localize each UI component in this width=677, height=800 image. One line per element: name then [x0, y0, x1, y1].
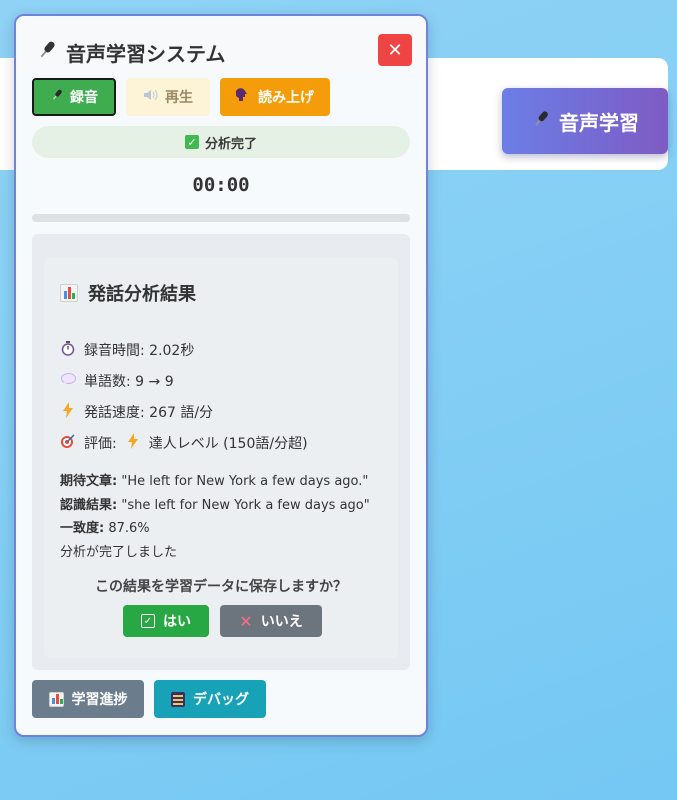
- speaker-icon: [143, 88, 159, 106]
- lightning-icon: [125, 433, 141, 453]
- record-button-label: 録音: [70, 90, 98, 106]
- panel-title: 音声学習システム: [36, 38, 225, 67]
- play-button-label: 再生: [165, 90, 193, 106]
- status-badge: ✓ 分析完了: [32, 126, 410, 158]
- target-icon: [60, 433, 76, 453]
- close-button[interactable]: ✕: [378, 34, 412, 66]
- play-button[interactable]: 再生: [126, 78, 210, 116]
- microphone-icon: [531, 109, 551, 134]
- bar-chart-icon: [48, 691, 64, 707]
- panel-footer: 学習進捗 デバッグ: [32, 680, 266, 718]
- check-icon: ✓: [141, 614, 155, 628]
- recognized-sentence: 認識結果: "she left for New York a few days …: [60, 498, 370, 513]
- control-buttons: 録音 再生 読み上げ: [32, 78, 330, 116]
- metric-word-count: 単語数: 9 → 9: [60, 371, 174, 391]
- debug-button[interactable]: デバッグ: [154, 680, 266, 718]
- microphone-icon: [36, 39, 58, 66]
- no-button[interactable]: ✕ いいえ: [220, 605, 322, 637]
- match-rate: 一致度: 87.6%: [60, 521, 150, 536]
- recording-timer: 00:00: [192, 174, 250, 196]
- analysis-result-card: 発話分析結果 録音時間: 2.02秒 単語数: 9 → 9 発話速度: 267 …: [44, 258, 398, 658]
- expected-sentence: 期待文章: "He left for New York a few days a…: [60, 474, 369, 489]
- speech-bubble-icon: [60, 372, 76, 390]
- panel-title-text: 音声学習システム: [66, 42, 226, 66]
- check-icon: ✓: [184, 135, 199, 149]
- save-confirm-question: この結果を学習データに保存しますか？: [95, 579, 347, 595]
- bar-chart-icon: [60, 284, 78, 302]
- voice-learning-panel: 音声学習システム ✕ 録音 再生 読み上げ ✓ 分析完了 00:00 発話分析結…: [14, 14, 428, 737]
- stopwatch-icon: [60, 340, 76, 360]
- record-button[interactable]: 録音: [32, 78, 116, 116]
- close-icon: ✕: [387, 39, 403, 61]
- lightning-icon: [60, 402, 76, 422]
- metric-evaluation: 評価: 達人レベル (150語/分超): [60, 433, 308, 453]
- read-aloud-button-label: 読み上げ: [258, 90, 314, 106]
- microphone-icon: [50, 88, 64, 106]
- yes-button[interactable]: ✓ はい: [123, 605, 209, 637]
- metric-speech-rate: 発話速度: 267 語/分: [60, 402, 213, 422]
- status-text: 分析完了: [204, 136, 257, 152]
- voice-learning-launch-button[interactable]: 音声学習: [502, 88, 668, 154]
- cross-icon: ✕: [239, 611, 253, 631]
- learning-progress-button[interactable]: 学習進捗: [32, 680, 144, 718]
- speaking-head-icon: [235, 87, 252, 107]
- recording-progress-bar: [32, 214, 410, 222]
- analysis-complete-message: 分析が完了しました: [60, 545, 178, 560]
- launch-button-label: 音声学習: [559, 110, 639, 135]
- abacus-icon: [171, 691, 185, 707]
- result-heading-text: 発話分析結果: [88, 284, 196, 305]
- result-heading: 発話分析結果: [60, 280, 196, 306]
- analysis-result-section: 発話分析結果 録音時間: 2.02秒 単語数: 9 → 9 発話速度: 267 …: [32, 234, 410, 670]
- metric-recording-time: 録音時間: 2.02秒: [60, 340, 194, 360]
- read-aloud-button[interactable]: 読み上げ: [220, 78, 330, 116]
